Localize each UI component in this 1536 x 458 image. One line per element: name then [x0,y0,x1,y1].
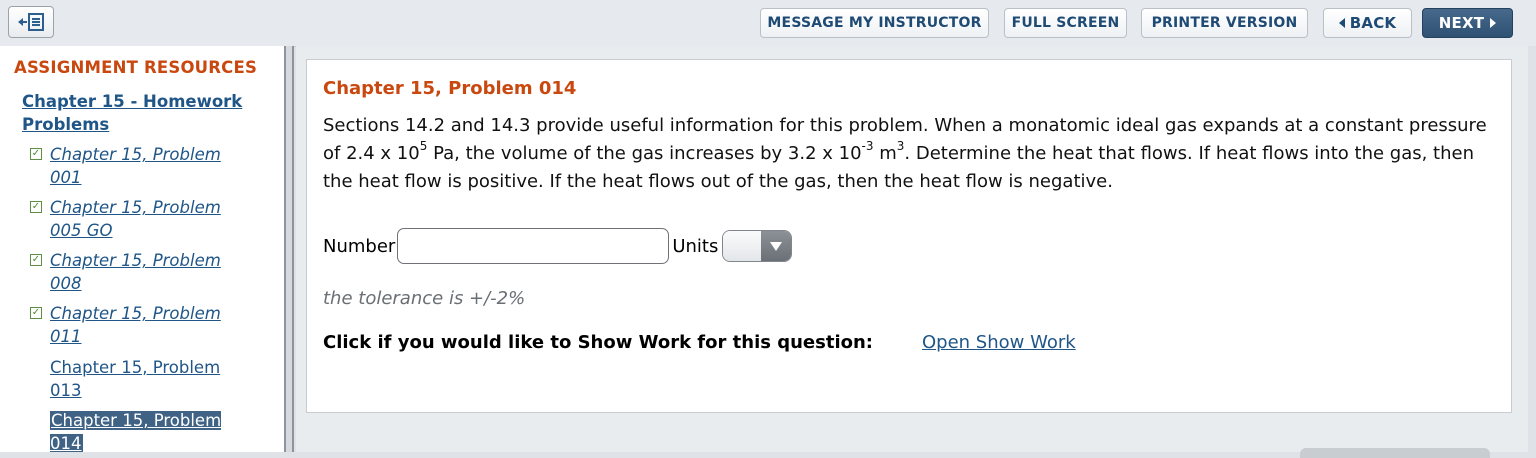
problem-text: Sections 14.2 and 14.3 provide useful in… [323,115,1487,192]
chevron-down-icon [770,241,783,251]
sidebar-item-problem-014[interactable]: Chapter 15, Problem 014 [30,409,270,452]
dropdown-arrow [761,231,792,261]
message-instructor-button[interactable]: MESSAGE MY INSTRUCTOR [760,8,989,38]
sidebar-item-problem-011[interactable]: ✓ Chapter 15, Problem 011 [30,302,270,348]
sidebar-item-label: Chapter 15, Problem 013 [50,358,221,400]
sidebar-item-label: Chapter 15, Problem 011 [50,304,221,346]
sidebar-item-label: Chapter 15, Problem 005 GO [50,198,221,240]
sidebar-item-problem-001[interactable]: ✓ Chapter 15, Problem 001 [30,143,270,189]
sidebar-item-problem-008[interactable]: ✓ Chapter 15, Problem 008 [30,249,270,295]
back-label: BACK [1349,14,1397,32]
number-label: Number [323,235,396,257]
sidebar-item-problem-013[interactable]: Chapter 15, Problem 013 [30,356,270,402]
units-selected-value [723,231,762,261]
tolerance-note: the tolerance is +/-2% [323,288,526,309]
printer-version-label: PRINTER VERSION [1151,15,1298,31]
units-label: Units [672,235,719,257]
checkmark-icon: ✓ [30,254,42,266]
sidebar-item-label: Chapter 15, Problem 001 [50,145,221,187]
printer-version-button[interactable]: PRINTER VERSION [1141,8,1308,38]
answer-row: Number Units [323,228,793,264]
sidebar-resize-handle[interactable] [284,46,294,452]
chevron-right-icon [1490,18,1497,28]
sidebar-item-problem-005[interactable]: ✓ Chapter 15, Problem 005 GO [30,196,270,242]
back-button[interactable]: BACK [1323,8,1412,38]
message-instructor-label: MESSAGE MY INSTRUCTOR [767,15,982,31]
number-input[interactable] [397,228,670,264]
resources-heading: ASSIGNMENT RESOURCES [14,58,258,77]
collapse-sidebar-icon [18,13,44,31]
assignment-resources-sidebar: ASSIGNMENT RESOURCES Chapter 15 - Homewo… [0,46,284,452]
open-show-work-link[interactable]: Open Show Work [922,332,1076,353]
question-panel: Chapter 15, Problem 014 Sections 14.2 an… [306,59,1512,413]
checkmark-icon: ✓ [30,148,42,160]
sidebar-item-label-current: Chapter 15, Problem 014 [50,411,222,452]
units-dropdown[interactable] [722,230,793,262]
top-toolbar: MESSAGE MY INSTRUCTOR FULL SCREEN PRINTE… [0,0,1536,47]
submit-button-edge[interactable] [1300,448,1490,458]
checkmark-icon: ✓ [30,201,42,213]
main-content: Chapter 15, Problem 014 Sections 14.2 an… [296,46,1536,452]
show-work-prompt: Click if you would like to Show Work for… [323,332,873,353]
checkmark-icon: ✓ [30,307,42,319]
sidebar-item-label: Chapter 15, Problem 008 [50,251,221,293]
full-screen-button[interactable]: FULL SCREEN [1004,8,1127,38]
chevron-left-icon [1338,18,1345,28]
homework-group-link[interactable]: Chapter 15 - Homework Problems [22,90,272,136]
full-screen-label: FULL SCREEN [1011,15,1120,31]
problem-title: Chapter 15, Problem 014 [323,78,577,99]
next-label: NEXT [1438,14,1485,32]
collapse-sidebar-button[interactable] [8,6,54,38]
next-button[interactable]: NEXT [1422,8,1513,38]
scrollbar-track[interactable] [1528,46,1536,452]
